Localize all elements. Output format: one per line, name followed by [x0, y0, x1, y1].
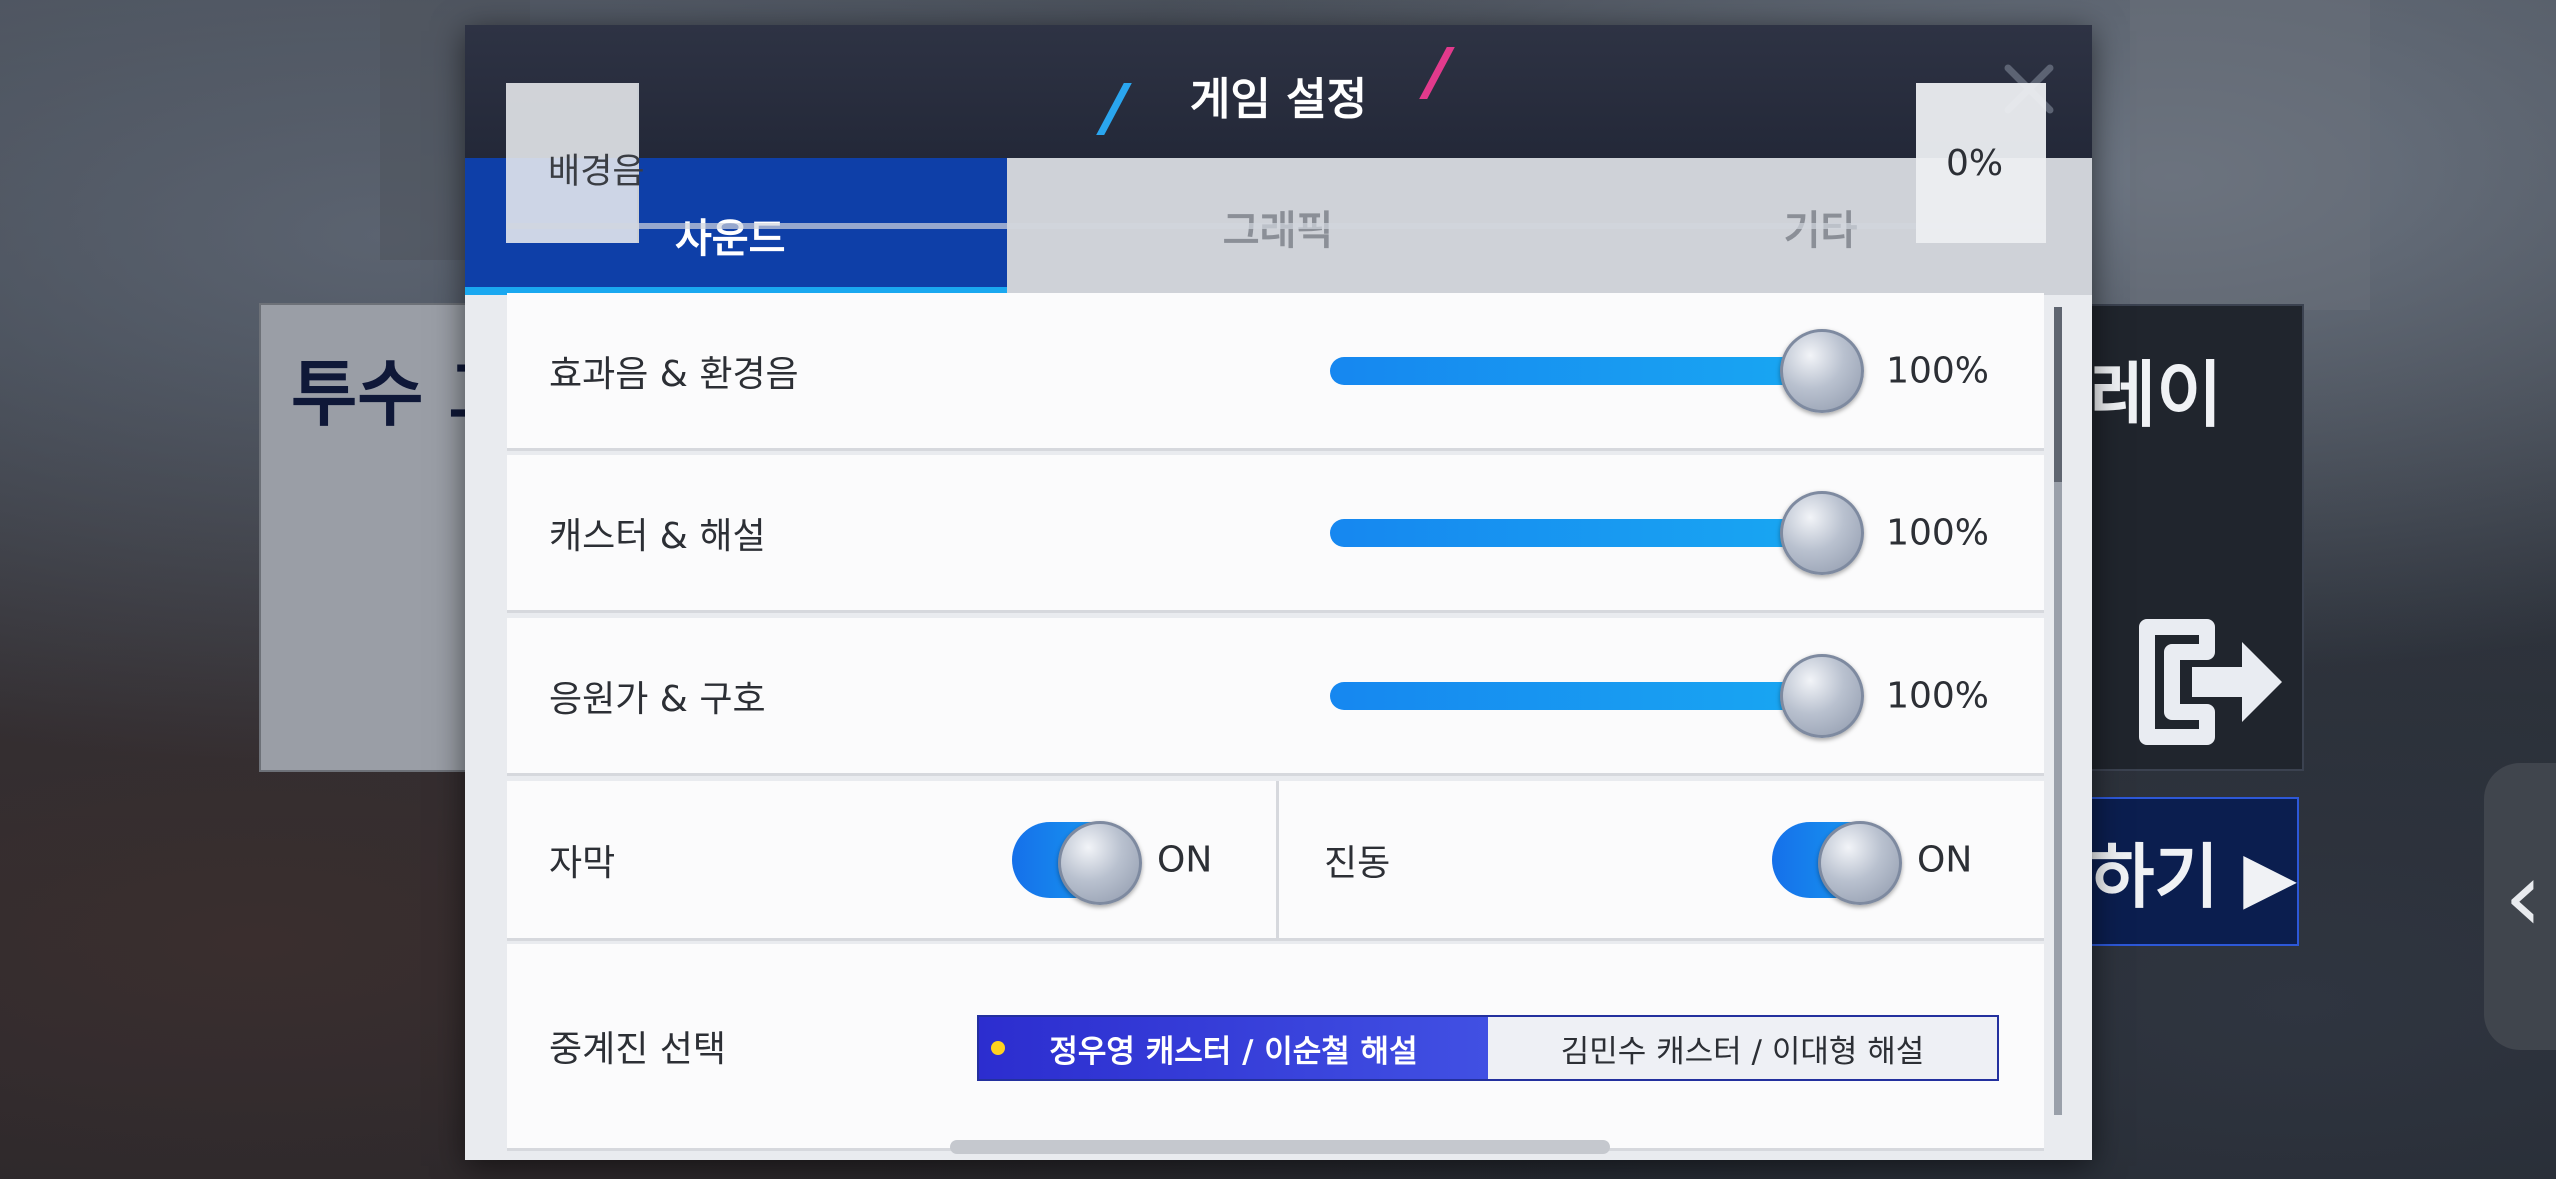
setting-label: 자막 — [549, 842, 616, 884]
scroll-thumb[interactable] — [2054, 307, 2062, 482]
background-play-label: 하기 ▶ — [2090, 836, 2298, 918]
volume-value: 100% — [1886, 350, 1989, 391]
exit-icon — [2139, 619, 2282, 745]
close-icon[interactable] — [2000, 60, 2058, 118]
toggle-knob — [1058, 820, 1142, 905]
setting-label: 응원가 & 구호 — [549, 678, 766, 720]
setting-row-cheer: 응원가 & 구호 100% — [507, 618, 2044, 776]
tab-graphics[interactable]: 그래픽 — [1007, 158, 1549, 295]
setting-label: 효과음 & 환경음 — [549, 353, 799, 395]
settings-tabs: 사운드 그래픽 기타 — [465, 158, 2092, 295]
toggle-state: ON — [1917, 839, 1973, 880]
subtitle-toggle[interactable] — [1012, 820, 1142, 905]
vibration-toggle[interactable] — [1772, 820, 1902, 905]
broadcast-option-1[interactable]: 정우영 캐스터 / 이순철 해설 — [979, 1017, 1488, 1079]
background-building — [2130, 0, 2370, 310]
setting-row-caster-commentary: 캐스터 & 해설 100% — [507, 455, 2044, 613]
chevron-left-icon: ‹ — [2504, 841, 2543, 953]
tab-label: 그래픽 — [1222, 207, 1334, 254]
dialog-header: 게임 설정 — [465, 25, 2092, 158]
volume-value: 100% — [1886, 675, 1989, 716]
effects-volume-slider[interactable] — [1330, 328, 1864, 413]
vertical-scrollbar[interactable] — [2054, 307, 2062, 1115]
background-card-replay: 레이 — [2088, 304, 2304, 771]
toggle-state: ON — [1157, 839, 1213, 880]
background-play-button: 하기 ▶ — [2088, 797, 2299, 946]
slider-knob[interactable] — [1780, 653, 1864, 738]
setting-row-effects: 효과음 & 환경음 100% — [507, 293, 2044, 451]
broadcast-option-2[interactable]: 김민수 캐스터 / 이대형 해설 — [1488, 1017, 1997, 1079]
vibration-toggle-group: 진동 ON — [1282, 781, 2044, 938]
setting-label: 캐스터 & 해설 — [549, 515, 766, 557]
subtitle-toggle-group: 자막 ON — [507, 781, 1279, 938]
settings-content: 효과음 & 환경음 100% 캐스터 & 해설 100% 응원가 & 구호 10… — [465, 293, 2092, 1160]
setting-label: 진동 — [1324, 842, 1391, 884]
background-card-title: 레이 — [2090, 353, 2223, 437]
option-label: 김민수 캐스터 / 이대형 해설 — [1560, 1033, 1925, 1070]
cheer-volume-slider[interactable] — [1330, 653, 1864, 738]
settings-dialog: 게임 설정 사운드 그래픽 기타 효과음 & 환경음 100% 캐스터 & 해설 — [465, 25, 2092, 1160]
setting-label: 중계진 선택 — [549, 1029, 727, 1070]
tab-sound[interactable]: 사운드 — [465, 158, 1007, 295]
setting-row-toggles: 자막 ON 진동 ON — [507, 781, 2044, 941]
slider-knob[interactable] — [1780, 328, 1864, 413]
horizontal-scroll-indicator — [950, 1140, 1610, 1154]
side-drawer-tab[interactable]: ‹ — [2484, 763, 2556, 1050]
volume-value: 100% — [1886, 512, 1989, 553]
setting-row-broadcast-team: 중계진 선택 정우영 캐스터 / 이순철 해설 김민수 캐스터 / 이대형 해설 — [507, 944, 2044, 1151]
commentary-volume-slider[interactable] — [1330, 490, 1864, 575]
tab-label: 사운드 — [675, 216, 786, 262]
dialog-title: 게임 설정 — [1189, 74, 1368, 125]
option-label: 정우영 캐스터 / 이순철 해설 — [1049, 1033, 1418, 1070]
broadcast-team-selector: 정우영 캐스터 / 이순철 해설 김민수 캐스터 / 이대형 해설 — [977, 1015, 1999, 1081]
slider-knob[interactable] — [1780, 490, 1864, 575]
tab-etc[interactable]: 기타 — [1549, 158, 2092, 295]
tab-label: 기타 — [1783, 207, 1858, 254]
background-card-pitcher: 투수 고 — [259, 303, 515, 772]
toggle-knob — [1818, 820, 1902, 905]
selected-dot-icon — [991, 1041, 1005, 1055]
